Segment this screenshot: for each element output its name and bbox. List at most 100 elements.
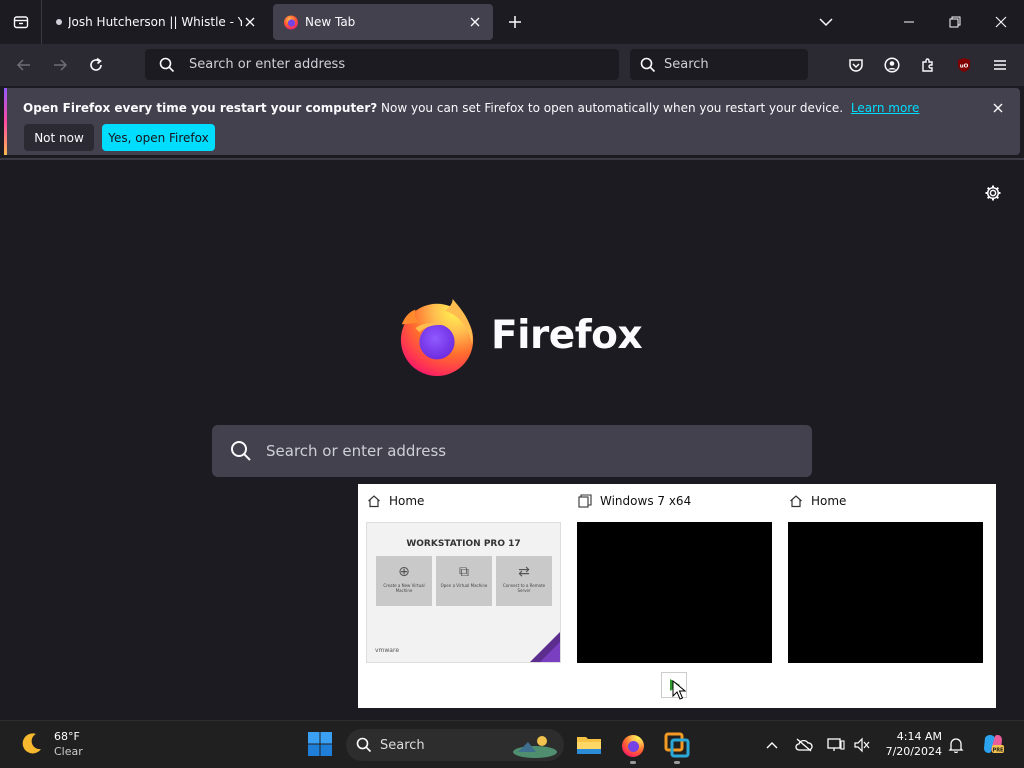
search-highlight-icon bbox=[513, 736, 557, 758]
taskbar-search[interactable]: Search bbox=[346, 729, 564, 761]
back-arrow-icon bbox=[16, 59, 30, 71]
plus-icon bbox=[509, 16, 521, 28]
bell-icon bbox=[948, 738, 964, 753]
back-button[interactable] bbox=[10, 52, 38, 78]
thumbnail-title-text: Home bbox=[811, 494, 847, 508]
vmware-card-create: ⊕ Create a New Virtual Machine bbox=[376, 556, 432, 606]
yes-open-firefox-button[interactable]: Yes, open Firefox bbox=[102, 124, 215, 151]
chevron-up-icon bbox=[766, 742, 778, 749]
learn-more-link[interactable]: Learn more bbox=[851, 101, 919, 115]
vmware-card-label: Open a Virtual Machine bbox=[440, 583, 488, 588]
show-hidden-icons-button[interactable] bbox=[762, 735, 782, 755]
newtab-search-placeholder: Search or enter address bbox=[266, 442, 447, 460]
thumbnail-title-home[interactable]: Home bbox=[789, 494, 846, 508]
account-button[interactable] bbox=[878, 52, 906, 78]
reload-button[interactable] bbox=[82, 52, 110, 78]
network-tray-button[interactable] bbox=[826, 735, 846, 755]
tab-title: New Tab bbox=[305, 15, 356, 29]
tab-muted-dot-icon bbox=[56, 19, 62, 25]
network-display-icon bbox=[827, 738, 845, 751]
notification-close-button[interactable] bbox=[990, 100, 1006, 116]
file-explorer-button[interactable] bbox=[574, 730, 604, 760]
notification-bold-text: Open Firefox every time you restart your… bbox=[23, 101, 378, 115]
forward-button[interactable] bbox=[46, 52, 74, 78]
start-button[interactable] bbox=[307, 731, 333, 757]
weather-description: Clear bbox=[54, 745, 83, 758]
running-indicator bbox=[674, 761, 680, 764]
search-bar[interactable]: Search bbox=[630, 49, 808, 80]
copilot-button[interactable]: PRE bbox=[980, 731, 1006, 757]
close-window-button[interactable] bbox=[978, 0, 1024, 44]
address-bar[interactable]: Search or enter address bbox=[145, 49, 619, 80]
moon-icon bbox=[22, 733, 41, 754]
thumbnail-title-windows7[interactable]: Windows 7 x64 bbox=[578, 494, 691, 508]
app-menu-button[interactable] bbox=[986, 52, 1014, 78]
gear-icon bbox=[985, 185, 1001, 201]
notifications-button[interactable] bbox=[946, 735, 966, 755]
notification-message: Open Firefox every time you restart your… bbox=[23, 101, 919, 115]
thumbnail-preview-vmware[interactable]: WORKSTATION PRO 17 ⊕ Create a New Virtua… bbox=[366, 522, 561, 663]
vmware-workstation-icon bbox=[664, 732, 690, 758]
forward-arrow-icon bbox=[54, 59, 68, 71]
tab-youtube[interactable]: Josh Hutcherson || Whistle - Yo bbox=[46, 4, 268, 40]
firefox-view-button[interactable] bbox=[0, 0, 42, 44]
tab-new-tab[interactable]: New Tab bbox=[273, 4, 493, 40]
notification-text: Now you can set Firefox to open automati… bbox=[381, 101, 844, 115]
search-icon bbox=[640, 57, 656, 72]
extensions-button[interactable] bbox=[914, 52, 942, 78]
search-icon bbox=[159, 57, 175, 72]
weather-widget[interactable]: 68°F Clear bbox=[18, 729, 83, 759]
close-tab-icon[interactable] bbox=[242, 14, 258, 30]
thumbnail-preview-home[interactable] bbox=[788, 522, 983, 663]
vmware-brand: vmware bbox=[375, 647, 400, 654]
folder-icon bbox=[577, 737, 601, 754]
swap-arrows-icon: ⇄ bbox=[518, 564, 530, 580]
account-icon bbox=[884, 57, 900, 73]
tab-strip: Josh Hutcherson || Whistle - Yo New Tab bbox=[0, 0, 1024, 44]
list-all-tabs-button[interactable] bbox=[803, 0, 849, 44]
ublock-origin-button[interactable]: uO bbox=[950, 52, 978, 78]
vmware-taskbar-button[interactable] bbox=[662, 730, 692, 764]
thumbnail-title-text: Home bbox=[389, 494, 425, 508]
newtab-search-box[interactable]: Search or enter address bbox=[212, 425, 812, 477]
svg-text:uO: uO bbox=[960, 64, 969, 70]
home-icon bbox=[790, 495, 802, 508]
vmware-card-label: Connect to a Remote Server bbox=[502, 583, 546, 593]
minimize-button[interactable] bbox=[886, 0, 932, 44]
vmware-card-connect: ⇄ Connect to a Remote Server bbox=[496, 556, 552, 606]
open-external-icon: ⧉ bbox=[459, 564, 469, 580]
reload-icon bbox=[90, 57, 102, 71]
pocket-button[interactable] bbox=[842, 52, 870, 78]
search-icon bbox=[356, 737, 372, 753]
vmware-card-open: ⧉ Open a Virtual Machine bbox=[436, 556, 492, 606]
vmware-accent-shape-icon bbox=[530, 632, 560, 662]
firefox-logo-icon bbox=[400, 298, 474, 377]
ublock-origin-icon: uO bbox=[958, 58, 970, 72]
taskbar-search-label: Search bbox=[380, 737, 425, 753]
close-icon bbox=[995, 16, 1007, 28]
weather-temperature: 68°F bbox=[54, 730, 80, 743]
clock-time: 4:14 AM bbox=[896, 730, 942, 743]
restore-button[interactable] bbox=[932, 0, 978, 44]
default-browser-notification: Open Firefox every time you restart your… bbox=[4, 88, 1020, 155]
taskbar-clock[interactable]: 4:14 AM 7/20/2024 bbox=[878, 729, 942, 759]
firefox-favicon-icon bbox=[284, 15, 298, 30]
volume-tray-button[interactable] bbox=[852, 735, 872, 755]
firefox-view-icon bbox=[13, 16, 28, 29]
onedrive-tray-button[interactable] bbox=[794, 735, 814, 755]
personalize-newtab-button[interactable] bbox=[981, 181, 1005, 205]
close-tab-icon[interactable] bbox=[467, 14, 483, 30]
plus-circle-icon: ⊕ bbox=[398, 564, 410, 580]
minimize-icon bbox=[904, 21, 914, 23]
navigation-toolbar: Search or enter address Search uO bbox=[0, 44, 1024, 86]
new-tab-button[interactable] bbox=[503, 10, 527, 34]
thumbnail-preview-windows7[interactable] bbox=[577, 522, 772, 663]
windows-taskbar: 68°F Clear Search 4:14 AM 7/20/2024 PRE bbox=[0, 720, 1024, 768]
taskbar-thumbnail-popup: Home WORKSTATION PRO 17 ⊕ Create a New V… bbox=[358, 484, 996, 708]
firefox-taskbar-button[interactable] bbox=[618, 730, 648, 764]
cloud-off-icon bbox=[795, 738, 813, 752]
running-indicator bbox=[630, 761, 636, 764]
tab-title: Josh Hutcherson || Whistle - Yo bbox=[68, 15, 242, 29]
thumbnail-title-home[interactable]: Home bbox=[367, 494, 424, 508]
not-now-button[interactable]: Not now bbox=[24, 124, 94, 151]
